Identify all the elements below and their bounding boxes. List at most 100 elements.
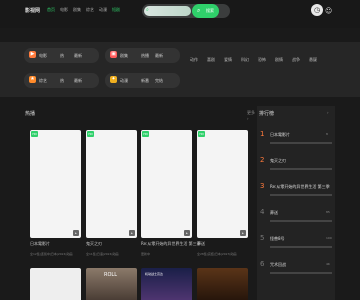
card-title[interactable]: 鬼灭之刃: [86, 241, 102, 247]
tag-item[interactable]: 战争: [292, 57, 300, 63]
card-title[interactable]: 日本電影片: [30, 241, 50, 247]
rank-number: 5: [260, 234, 265, 242]
nav-home[interactable]: 首页: [47, 7, 60, 13]
play-icon[interactable]: ▸: [240, 230, 246, 236]
clock-icon[interactable]: ◷: [311, 4, 323, 16]
cat-label: 综艺: [39, 78, 47, 83]
rank-bar: [270, 220, 332, 222]
hd-badge: HD: [87, 131, 94, 137]
rank-name[interactable]: 日本電影片: [270, 132, 290, 138]
card-thumbnail[interactable]: [197, 130, 248, 238]
rank-number: 4: [260, 208, 265, 216]
card-thumbnail[interactable]: [141, 130, 192, 238]
video-thumbnail[interactable]: [30, 268, 81, 300]
video-thumbnail[interactable]: ROLL: [86, 268, 137, 300]
nav-movie[interactable]: 电影: [60, 7, 73, 13]
rank-count: 100: [326, 236, 332, 240]
rank-number: 6: [260, 260, 265, 268]
rank-item[interactable]: 1 日本電影片 8: [260, 130, 332, 152]
hd-badge: HD: [31, 131, 38, 137]
rank-count: 4K: [326, 262, 330, 266]
card-desc: 更新中: [141, 252, 151, 256]
card-desc: 全12集|连载中|日本|2024|动画: [30, 252, 73, 256]
card-desc: 全28集|完结|日本|2023|动画: [197, 252, 237, 256]
search-button[interactable]: ⌕ 搜索: [192, 4, 219, 18]
play-icon[interactable]: ▸: [73, 230, 79, 236]
cat-pill-tv[interactable]: ▣ 剧集 热播 最新: [105, 48, 180, 63]
cat-sub: 新番: [141, 78, 149, 83]
cat-label: 动漫: [120, 78, 128, 83]
tag-item[interactable]: 科幻: [241, 57, 249, 63]
rank-more-link[interactable]: ›: [327, 110, 329, 115]
movie-icon: ▶: [29, 51, 36, 58]
rank-item[interactable]: 5 怪兽8号 100: [260, 234, 332, 256]
rank-item[interactable]: 2 鬼灭之刃: [260, 156, 332, 178]
cat-pill-anime[interactable]: ✦ 动漫 新番 完结: [105, 73, 180, 88]
nav-variety[interactable]: 综艺: [86, 7, 99, 13]
tv-icon: ▣: [110, 51, 117, 58]
rank-name[interactable]: 怪兽8号: [270, 236, 285, 242]
rank-count: 8: [326, 132, 328, 136]
nav-short[interactable]: 短剧: [112, 7, 125, 13]
rank-item[interactable]: 4 葬送 85: [260, 208, 332, 230]
main-nav: 首页 电影 剧集 综艺 动漫 短剧: [47, 7, 125, 13]
rank-name[interactable]: 咒术回战: [270, 262, 286, 268]
cat-sub: 热: [60, 78, 64, 83]
tag-item[interactable]: 爱情: [224, 57, 232, 63]
search-button-label: 搜索: [206, 8, 214, 13]
rank-number: 2: [260, 156, 265, 164]
tag-item[interactable]: 悬疑: [309, 57, 317, 63]
top-header: 影视网 首页 电影 剧集 综艺 动漫 短剧 ⌕ ⌕ 搜索 ◷ ☺: [0, 0, 360, 28]
cat-sub2: 最新: [155, 53, 163, 58]
rank-bar: [270, 246, 332, 248]
play-icon[interactable]: ▸: [129, 230, 135, 236]
rank-bar: [270, 168, 332, 170]
cat-pill-movie[interactable]: ▶ 电影 热 最新: [24, 48, 99, 63]
rank-item[interactable]: 6 咒术回战 4K: [260, 260, 332, 282]
cat-sub2: 完结: [155, 78, 163, 83]
nav-anime[interactable]: 动漫: [99, 7, 112, 13]
rank-bar: [270, 272, 332, 274]
tag-item[interactable]: 动作: [190, 57, 198, 63]
rank-bar: [270, 194, 332, 196]
tag-item[interactable]: 恐怖: [258, 57, 266, 63]
rank-item[interactable]: 3 Re:从零开始的异世界生活 第三季 57: [260, 182, 332, 204]
rank-count: 57: [326, 184, 330, 188]
section-title: 热播: [25, 111, 36, 117]
hd-badge: HD: [198, 131, 205, 137]
tag-item[interactable]: 剧情: [275, 57, 283, 63]
cat-label: 剧集: [120, 53, 128, 58]
rank-bar: [270, 142, 332, 144]
category-bar: ▶ 电影 热 最新 ▣ 剧集 热播 最新 ★ 综艺 热 最新 ✦ 动漫 新番 完…: [0, 42, 360, 97]
nav-series[interactable]: 剧集: [73, 7, 86, 13]
genre-tags: 动作 喜剧 爱情 科幻 恐怖 剧情 战争 悬疑: [190, 57, 326, 63]
play-icon[interactable]: ▸: [184, 230, 190, 236]
rank-title: 排行榜: [259, 111, 275, 117]
card-thumbnail[interactable]: [30, 130, 81, 238]
cat-label: 电影: [39, 53, 47, 58]
cat-sub2: 最新: [74, 53, 82, 58]
cat-pill-variety[interactable]: ★ 综艺 热 最新: [24, 73, 99, 88]
rank-number: 1: [260, 130, 265, 138]
card-title[interactable]: Re:从零开始的异世界生活 第三季: [141, 241, 201, 247]
rank-name[interactable]: Re:从零开始的异世界生活 第三季: [270, 184, 330, 190]
tag-item[interactable]: 喜剧: [207, 57, 215, 63]
video-thumbnail[interactable]: [197, 268, 248, 300]
rank-number: 3: [260, 182, 265, 190]
site-logo[interactable]: 影视网: [25, 7, 40, 14]
card-title[interactable]: 葬送: [197, 241, 205, 247]
cat-sub: 热: [60, 53, 64, 58]
section-more-link[interactable]: 更多 ›: [247, 110, 255, 121]
cat-sub: 热播: [141, 53, 149, 58]
rank-name[interactable]: 鬼灭之刃: [270, 158, 286, 164]
card-desc: 全11集|日语|2024|动画: [86, 252, 119, 256]
magnifier-icon: ⌕: [197, 7, 201, 14]
search-input[interactable]: [144, 6, 191, 16]
thumb-label: 机动战士高达: [145, 272, 164, 276]
user-icon[interactable]: ☺: [325, 7, 332, 15]
hd-badge: HD: [142, 131, 149, 137]
card-thumbnail[interactable]: [86, 130, 137, 238]
rank-name[interactable]: 葬送: [270, 210, 278, 216]
video-thumbnail[interactable]: 机动战士高达: [141, 268, 192, 300]
thumb-label: ROLL: [104, 272, 117, 278]
